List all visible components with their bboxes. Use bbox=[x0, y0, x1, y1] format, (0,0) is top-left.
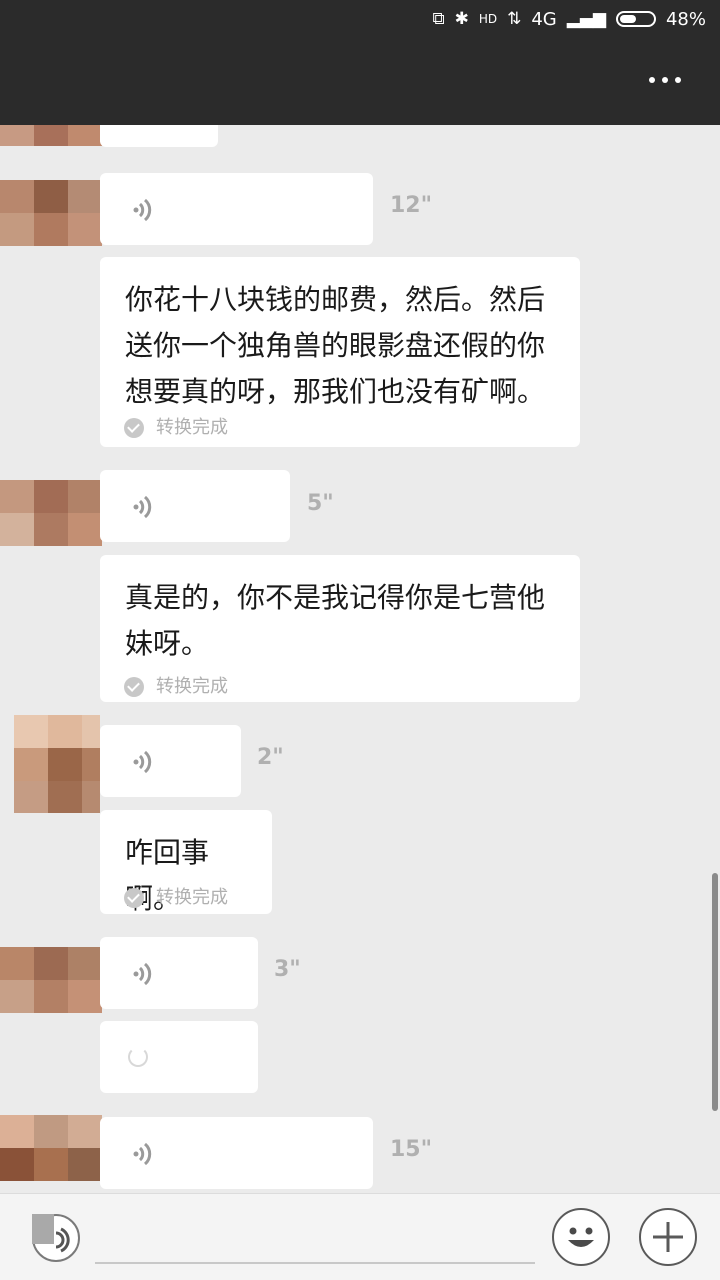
check-circle-icon bbox=[124, 677, 144, 697]
voice-duration: 2" bbox=[257, 745, 284, 770]
conversion-status-label: 转换完成 bbox=[156, 676, 228, 697]
message-text: 你花十八块钱的邮费，然后。然后送你一个独角兽的眼影盘还假的你想要真的呀，那我们也… bbox=[125, 283, 546, 408]
check-circle-icon bbox=[124, 418, 144, 438]
loading-spinner-icon bbox=[128, 1047, 148, 1067]
more-dots-icon bbox=[662, 77, 668, 83]
conversion-status: 转换完成 bbox=[124, 875, 228, 921]
conversion-status: 转换完成 bbox=[124, 664, 228, 710]
voice-wave-icon bbox=[133, 198, 152, 222]
conversion-status: 转换完成 bbox=[124, 405, 228, 451]
emoji-icon bbox=[568, 1227, 594, 1247]
avatar[interactable] bbox=[0, 947, 102, 1013]
conversion-status-label: 转换完成 bbox=[156, 417, 228, 438]
message-bubble[interactable] bbox=[100, 125, 218, 147]
more-dots-icon bbox=[649, 77, 655, 83]
voice-duration: 3" bbox=[274, 957, 301, 982]
voice-duration: 5" bbox=[307, 491, 334, 516]
chat-area[interactable]: 12" 你花十八块钱的邮费，然后。然后送你一个独角兽的眼影盘还假的你想要真的呀，… bbox=[0, 125, 720, 1193]
avatar[interactable] bbox=[0, 125, 102, 146]
chat-header bbox=[0, 38, 720, 125]
data-arrows-icon: ⇅ bbox=[507, 9, 522, 29]
emoji-button[interactable] bbox=[552, 1208, 610, 1266]
check-circle-icon bbox=[124, 888, 144, 908]
voice-wave-icon bbox=[133, 1142, 152, 1166]
network-type: 4G bbox=[531, 8, 557, 30]
message-input[interactable] bbox=[95, 1216, 535, 1264]
hd-signal-icon: HD bbox=[478, 12, 498, 26]
voice-wave-icon bbox=[133, 962, 152, 986]
avatar[interactable] bbox=[0, 180, 102, 246]
voice-message[interactable] bbox=[100, 470, 290, 542]
voice-toggle-button[interactable] bbox=[32, 1214, 80, 1262]
copy-icon: ⧉ bbox=[432, 9, 445, 29]
avatar[interactable] bbox=[0, 480, 102, 546]
input-bar bbox=[0, 1193, 720, 1280]
voice-message[interactable] bbox=[100, 937, 258, 1009]
voice-duration: 12" bbox=[390, 193, 433, 218]
message-text: 真是的，你不是我记得你是七营他妹呀。 bbox=[125, 581, 546, 660]
voice-message[interactable] bbox=[100, 725, 241, 797]
voice-icon bbox=[55, 1227, 70, 1253]
more-options-button[interactable] bbox=[640, 60, 690, 100]
add-attachment-button[interactable] bbox=[639, 1208, 697, 1266]
battery-percent: 48% bbox=[665, 8, 706, 30]
voice-wave-icon bbox=[133, 750, 152, 774]
transcribed-text-bubble[interactable]: 你花十八块钱的邮费，然后。然后送你一个独角兽的眼影盘还假的你想要真的呀，那我们也… bbox=[100, 257, 580, 447]
more-dots-icon bbox=[675, 77, 681, 83]
signal-icon: ▂▄▆ bbox=[566, 9, 606, 29]
transcribed-text-bubble[interactable]: 真是的，你不是我记得你是七营他妹呀。 转换完成 bbox=[100, 555, 580, 702]
status-bar: ⧉ ✱ HD ⇅ 4G ▂▄▆ 48% bbox=[0, 0, 720, 38]
converting-bubble[interactable] bbox=[100, 1021, 258, 1093]
voice-message[interactable] bbox=[100, 1117, 373, 1189]
avatar[interactable] bbox=[0, 1115, 102, 1181]
bluetooth-icon: ✱ bbox=[454, 9, 469, 29]
voice-message[interactable] bbox=[100, 173, 373, 245]
voice-duration: 15" bbox=[390, 1137, 433, 1162]
voice-wave-icon bbox=[133, 495, 152, 519]
scrollbar[interactable] bbox=[712, 873, 718, 1111]
transcribed-text-bubble[interactable]: 咋回事啊。 转换完成 bbox=[100, 810, 272, 915]
conversion-status-label: 转换完成 bbox=[156, 887, 228, 908]
battery-icon bbox=[615, 11, 656, 27]
avatar[interactable] bbox=[0, 715, 100, 813]
